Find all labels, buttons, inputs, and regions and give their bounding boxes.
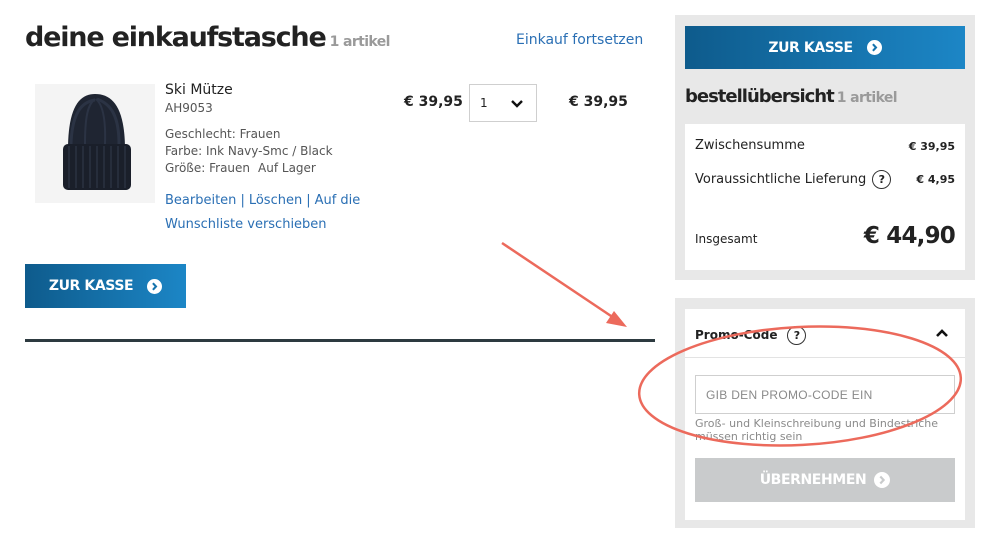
checkout-button-summary[interactable]: ZUR KASSE [685, 26, 965, 69]
stock-status: Auf Lager [258, 161, 316, 175]
checkout-button-label: ZUR KASSE [48, 278, 134, 294]
annotation-arrow [501, 241, 615, 320]
order-item-count: 1 artikel [836, 90, 898, 106]
page-title-text: deine einkaufstasche [25, 22, 327, 53]
edit-item-link[interactable]: Bearbeiten [165, 193, 236, 208]
circle-chevron-right-icon [874, 472, 891, 488]
product-color: Farbe: Ink Navy-Smc / Black [165, 144, 333, 158]
checkout-button[interactable]: ZUR KASSE [25, 264, 186, 308]
separator: | [240, 193, 245, 208]
promo-code-input[interactable] [695, 375, 955, 414]
product-sku: AH9053 [165, 101, 213, 115]
product-name[interactable]: Ski Mütze [165, 82, 233, 98]
promo-title-row: Promo-Code? [695, 326, 807, 345]
beanie-image [35, 84, 155, 203]
subtotal-label: Zwischensumme [695, 138, 805, 153]
checkout-button-label: ZUR KASSE [768, 39, 853, 56]
cart-divider [25, 339, 655, 342]
page-title: deine einkaufstasche 1 artikel [25, 22, 390, 53]
item-actions: Bearbeiten | Löschen | Auf die Wunschliste v… [165, 189, 380, 237]
help-icon[interactable]: ? [872, 170, 892, 189]
chevron-up-icon [936, 329, 948, 337]
order-summary-box: Zwischensumme € 39,95 Voraussichtliche L… [685, 124, 965, 270]
separator: | [306, 193, 311, 208]
product-size-row: Größe: Frauen Auf Lager [165, 160, 333, 177]
chevron-down-icon [511, 100, 523, 108]
unit-price: € 39,95 [404, 94, 463, 110]
shipping-value: € 4,95 [916, 173, 955, 186]
shipping-label: Voraussichtliche Lieferung [695, 172, 867, 187]
cart-item-count: 1 artikel [329, 34, 391, 50]
circle-chevron-right-icon [866, 40, 882, 55]
order-overview-title-text: bestellübersicht [685, 86, 835, 107]
product-image[interactable] [35, 84, 155, 203]
promo-hint: Groß- und Kleinschreibung und Bindestric… [695, 417, 939, 443]
circle-chevron-right-icon [147, 278, 163, 294]
promo-code-toggle[interactable]: Promo-Code? [685, 309, 965, 358]
delete-item-link[interactable]: Löschen [249, 193, 302, 208]
subtotal-value: € 39,95 [908, 140, 955, 153]
apply-promo-label: ÜBERNEHMEN [759, 472, 867, 488]
quantity-select[interactable]: 1 [469, 84, 537, 122]
help-icon[interactable]: ? [787, 326, 807, 345]
annotation-arrowhead [606, 311, 627, 327]
promo-code-section: Promo-Code? Groß- und Kleinschreibung un… [685, 309, 965, 520]
product-size: Größe: Frauen [165, 161, 251, 175]
total-value: € 44,90 [863, 223, 956, 249]
product-gender: Geschlecht: Frauen [165, 127, 281, 141]
total-label: Insgesamt [695, 232, 758, 246]
order-overview-title: bestellübersicht 1 artikel [685, 86, 898, 107]
apply-promo-button[interactable]: ÜBERNEHMEN [695, 458, 955, 502]
product-attributes: Geschlecht: Frauen Farbe: Ink Navy-Smc /… [165, 126, 333, 177]
promo-code-title: Promo-Code [695, 328, 778, 342]
line-total: € 39,95 [569, 94, 628, 110]
shipping-label-row: Voraussichtliche Lieferung? [695, 170, 892, 189]
quantity-value: 1 [480, 96, 488, 110]
continue-shopping-link[interactable]: Einkauf fortsetzen [516, 32, 643, 48]
